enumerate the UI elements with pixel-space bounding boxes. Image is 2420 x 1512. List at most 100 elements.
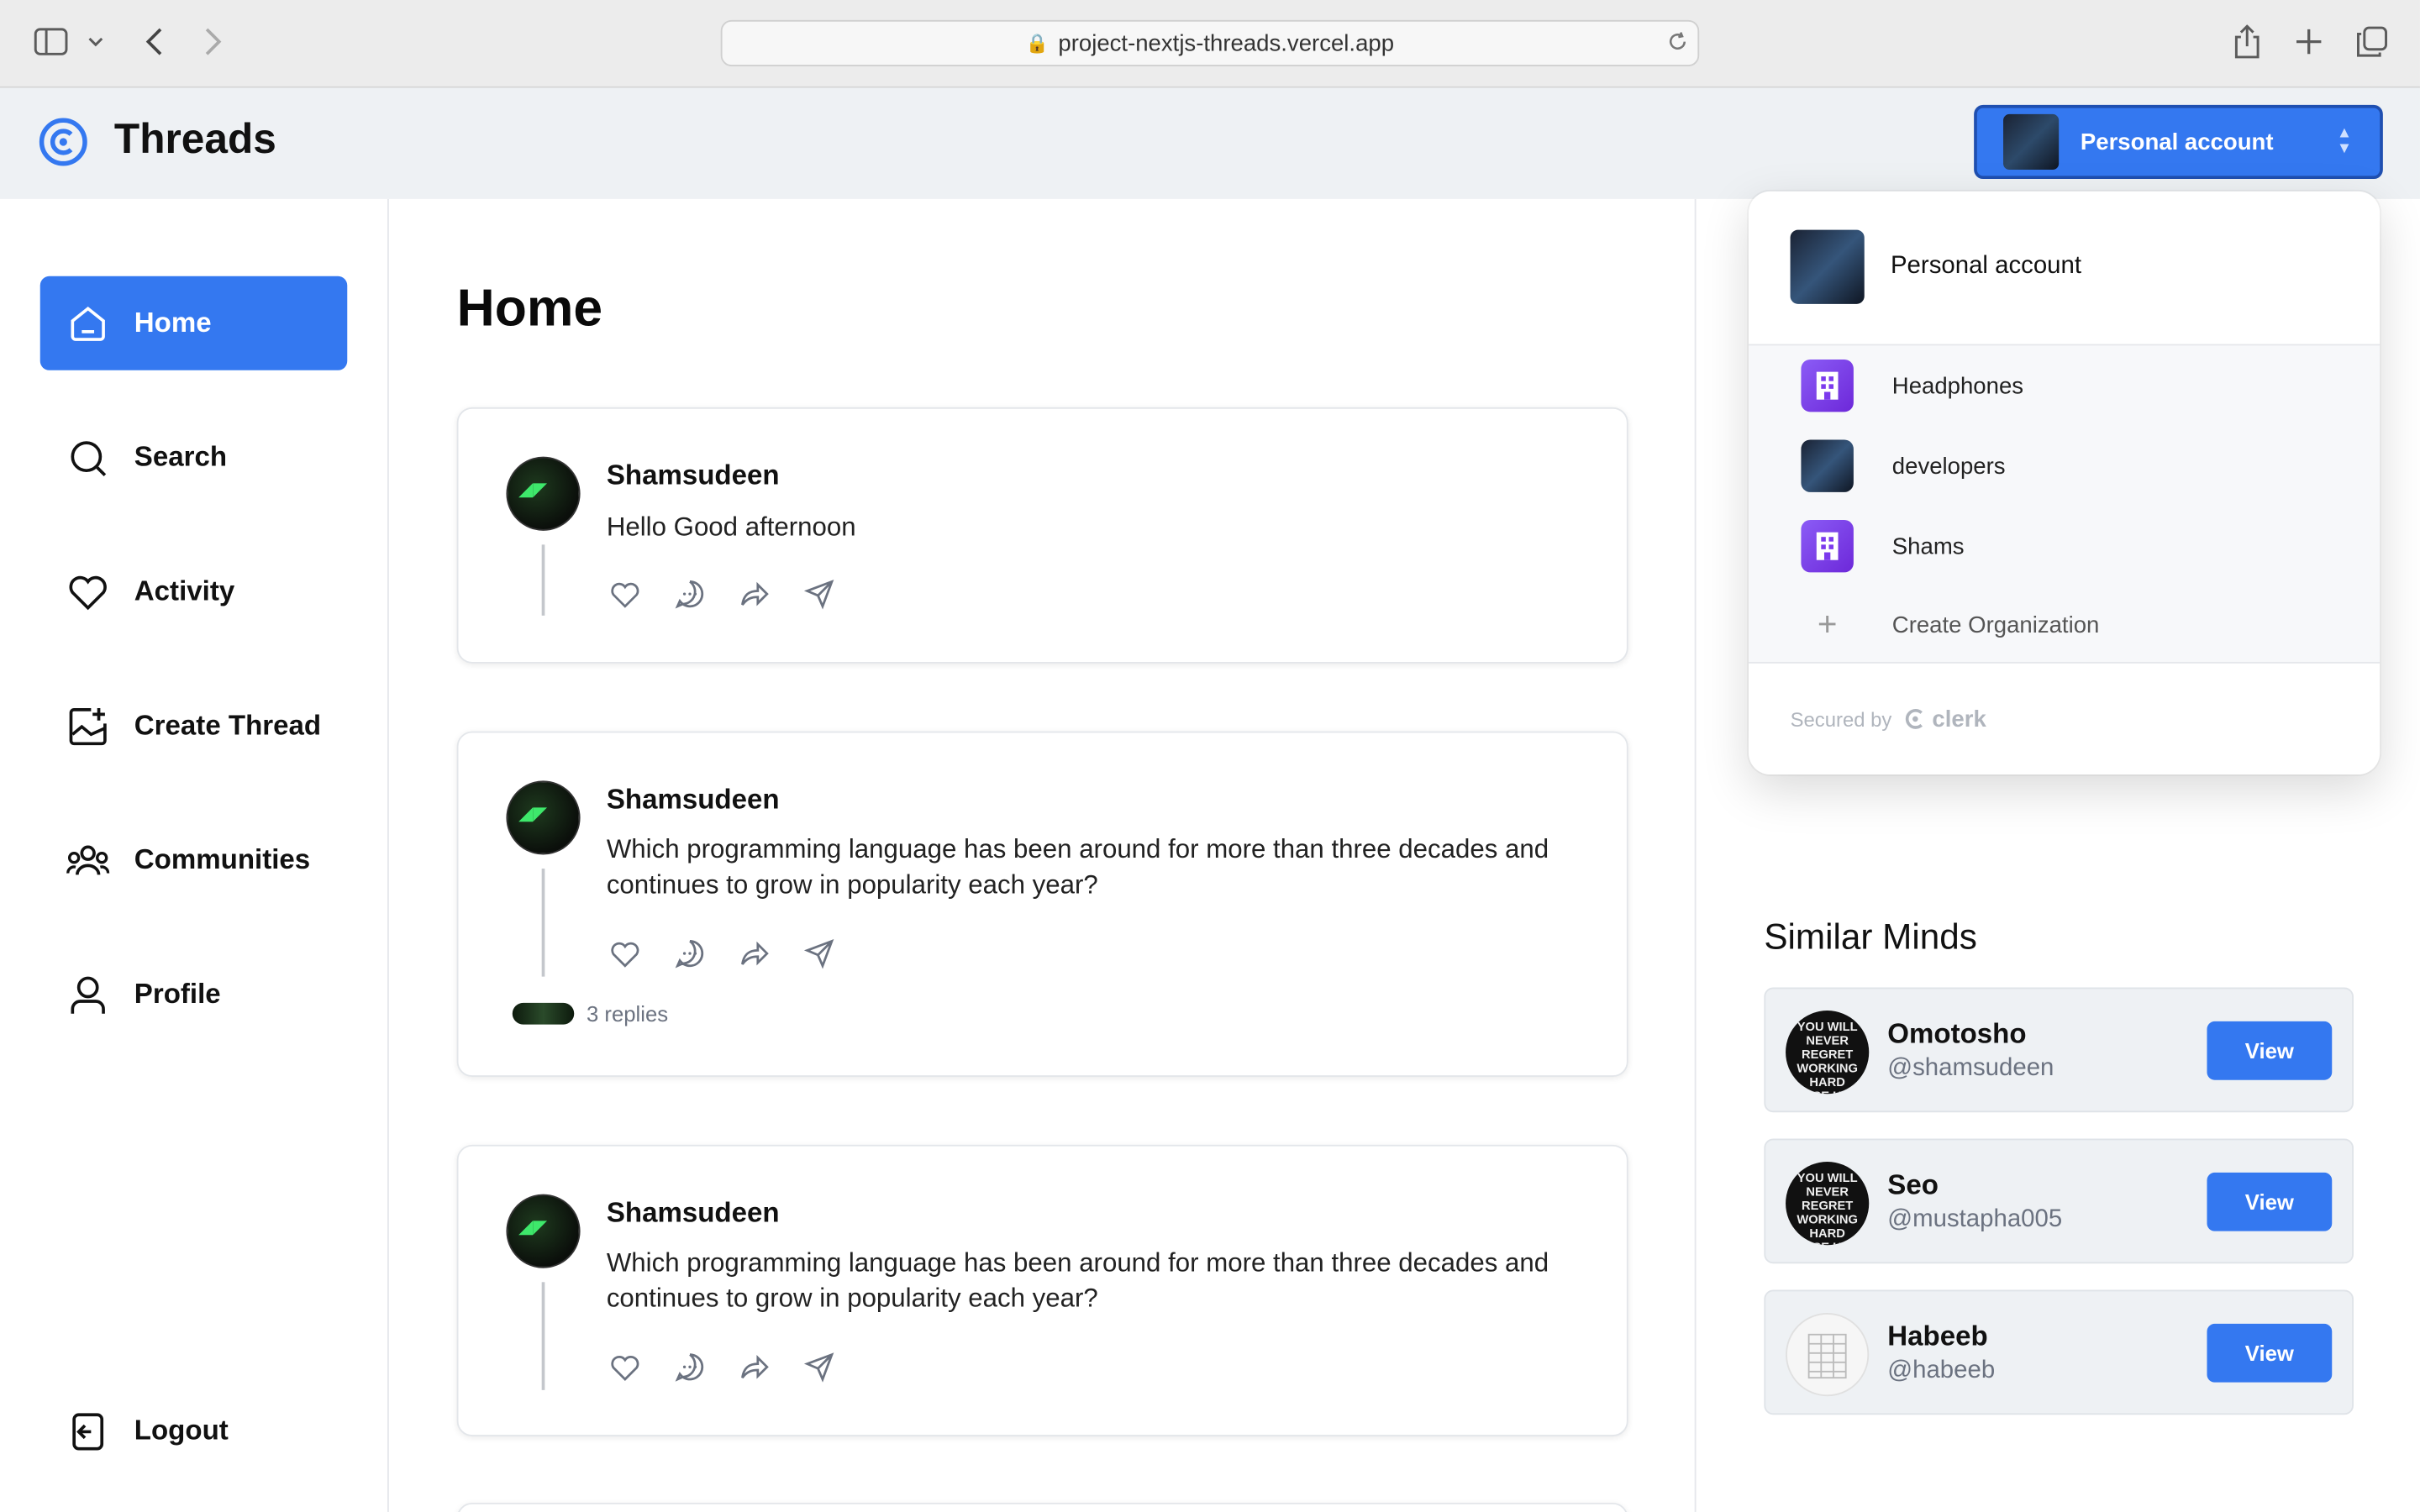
- sidebar-item-label: Profile: [134, 978, 221, 1010]
- thread-actions: [609, 1352, 834, 1383]
- user-handle: @mustapha005: [1887, 1206, 2063, 1233]
- sidebar-item-home[interactable]: Home: [39, 276, 348, 370]
- sidebar-item-activity[interactable]: Activity: [40, 544, 348, 638]
- similar-minds-title: Similar Minds: [1764, 916, 1977, 957]
- thread-actions: [609, 579, 834, 610]
- org-thumbnail: [1801, 439, 1854, 492]
- account-thumbnail: [2003, 113, 2060, 171]
- thread-card: ◢◤ Shamsudeen Hello Good afternoon: [456, 407, 1628, 664]
- app-header: Threads Personal account ▲ ▼: [0, 87, 2420, 199]
- reply-icon[interactable]: [675, 1352, 706, 1383]
- like-icon[interactable]: [609, 938, 640, 969]
- avatar[interactable]: YOU WILLNEVER REGRETWORKING HARDCAUSE HA…: [1786, 1011, 1870, 1095]
- create-organization-label: Create Organization: [1891, 612, 2100, 638]
- sidebar-item-search[interactable]: Search: [40, 411, 348, 505]
- thread-card: ◢◤ Shamsudeen Which programming language…: [456, 1144, 1628, 1436]
- communities-icon: [66, 838, 110, 881]
- repost-icon[interactable]: [739, 1352, 771, 1383]
- org-item-developers[interactable]: developers: [1749, 428, 2380, 505]
- like-icon[interactable]: [609, 1352, 640, 1383]
- thread-author[interactable]: Shamsudeen: [607, 1197, 780, 1230]
- building-icon: [1801, 359, 1854, 412]
- plus-icon: +: [1817, 604, 1838, 643]
- avatar[interactable]: ◢◤: [506, 456, 581, 531]
- clerk-logo-icon[interactable]: clerk: [1904, 706, 1986, 732]
- like-icon[interactable]: [609, 579, 640, 610]
- thread-author[interactable]: Shamsudeen: [607, 784, 780, 816]
- repost-icon[interactable]: [739, 579, 771, 610]
- reload-icon[interactable]: [1667, 31, 1689, 59]
- avatar[interactable]: YOU WILLNEVER REGRETWORKING HARDCAUSE HA…: [1786, 1162, 1870, 1246]
- share-icon[interactable]: [803, 1352, 835, 1383]
- share-icon[interactable]: [803, 938, 835, 969]
- sidebar-item-communities[interactable]: Communities: [40, 813, 348, 907]
- org-item-shams[interactable]: Shams: [1749, 507, 2380, 585]
- reply-icon[interactable]: [675, 938, 706, 969]
- view-button[interactable]: View: [2207, 1323, 2333, 1383]
- thread-text: Hello Good afternoon: [606, 512, 856, 542]
- logout-icon: [66, 1410, 109, 1452]
- user-name: Habeeb: [1887, 1320, 1988, 1352]
- secured-by-footer: Secured by clerk: [1791, 706, 1986, 732]
- repost-icon[interactable]: [739, 938, 771, 969]
- reply-avatars: [512, 1002, 575, 1025]
- account-thumbnail: [1790, 229, 1865, 304]
- org-item-headphones[interactable]: Headphones: [1749, 347, 2380, 424]
- org-name: Headphones: [1891, 372, 2024, 399]
- thread-line: [541, 1282, 545, 1390]
- chevron-down-icon[interactable]: [81, 22, 112, 62]
- forward-icon[interactable]: [193, 22, 234, 62]
- sidebar-item-label: Activity: [134, 575, 235, 606]
- user-card: YOU WILLNEVER REGRETWORKING HARDCAUSE HA…: [1764, 1138, 2354, 1264]
- provider-name: clerk: [1932, 706, 1986, 733]
- reply-icon[interactable]: [675, 579, 706, 610]
- sidebar-toggle-icon[interactable]: [31, 22, 71, 62]
- sidebar-item-label: Home: [134, 307, 212, 339]
- left-sidebar: Home Search Activity Create Thread Commu…: [0, 198, 389, 1512]
- view-button[interactable]: View: [2207, 1172, 2333, 1231]
- view-button[interactable]: View: [2207, 1021, 2333, 1080]
- main-feed: Home ◢◤ Shamsudeen Hello Good afternoon …: [390, 198, 1697, 1512]
- browser-toolbar: 🔒 project-nextjs-threads.vercel.app: [0, 0, 2420, 88]
- account-dropdown: Personal account Headphones developers S…: [1748, 191, 2381, 775]
- create-thread-icon: [66, 704, 109, 747]
- heart-icon: [66, 570, 109, 613]
- replies-link[interactable]: 3 replies: [512, 1001, 668, 1026]
- thread-line: [541, 544, 545, 616]
- share-icon[interactable]: [803, 579, 835, 610]
- share-icon[interactable]: [2227, 22, 2267, 62]
- logout-label: Logout: [134, 1415, 229, 1446]
- thread-author[interactable]: Shamsudeen: [607, 459, 780, 492]
- thread-text: Which programming language has been arou…: [606, 834, 1549, 900]
- avatar[interactable]: ◢◤: [506, 1194, 581, 1268]
- address-bar[interactable]: 🔒 project-nextjs-threads.vercel.app: [720, 19, 1700, 66]
- page-title: Home: [456, 279, 603, 339]
- new-tab-icon[interactable]: [2289, 22, 2329, 62]
- building-icon: [1801, 519, 1854, 573]
- threads-logo-icon[interactable]: [37, 116, 89, 168]
- sidebar-item-label: Search: [134, 441, 228, 473]
- create-organization-button[interactable]: + Create Organization: [1749, 586, 2380, 664]
- secured-by-label: Secured by: [1790, 708, 1892, 732]
- thread-line: [541, 869, 545, 977]
- user-handle: @shamsudeen: [1887, 1055, 2054, 1082]
- avatar[interactable]: ◢◤: [506, 780, 581, 855]
- home-icon: [66, 302, 109, 344]
- brand-name: Threads: [113, 115, 276, 162]
- organization-list: Headphones developers Shams + Create Org…: [1748, 345, 2381, 664]
- current-account-name: Personal account: [1890, 253, 2082, 280]
- user-card: YOU WILLNEVER REGRETWORKING HARDCAUSE HA…: [1764, 987, 2354, 1113]
- sidebar-item-create-thread[interactable]: Create Thread: [40, 679, 348, 773]
- lock-icon: 🔒: [1025, 32, 1050, 55]
- search-icon: [66, 436, 109, 479]
- account-switcher-button[interactable]: Personal account ▲ ▼: [1974, 104, 2383, 180]
- back-icon[interactable]: [134, 22, 175, 62]
- avatar[interactable]: [1786, 1313, 1870, 1397]
- logout-button[interactable]: Logout: [40, 1384, 348, 1478]
- chevron-up-down-icon: ▲ ▼: [2336, 124, 2353, 158]
- user-handle: @habeeb: [1887, 1357, 1996, 1384]
- org-name: developers: [1891, 453, 2006, 480]
- dropdown-current-account[interactable]: Personal account: [1748, 192, 2381, 346]
- tab-overview-icon[interactable]: [2352, 22, 2392, 62]
- sidebar-item-profile[interactable]: Profile: [40, 948, 348, 1042]
